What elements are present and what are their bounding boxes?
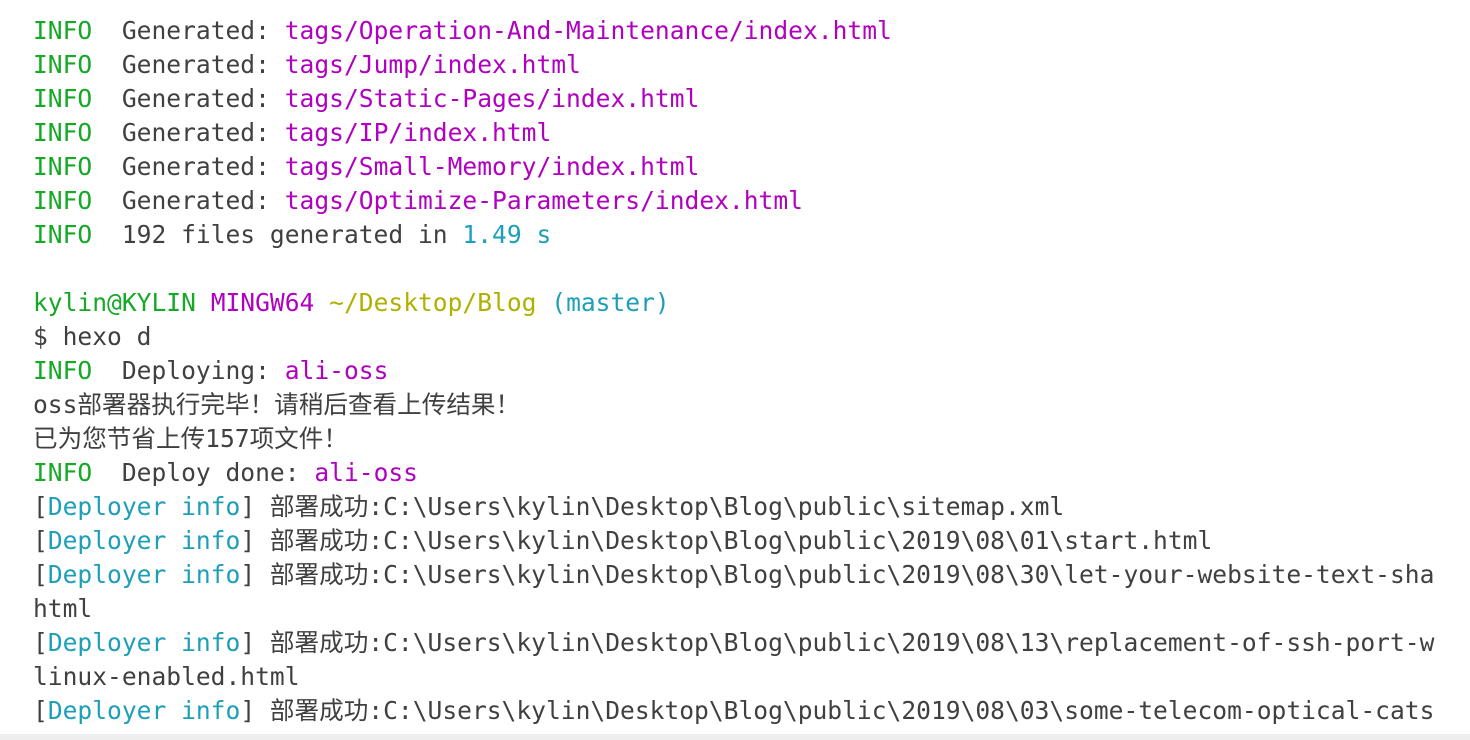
terminal-output[interactable]: INFO Generated: tags/Operation-And-Maint…: [33, 14, 1470, 728]
terminal-text-segment: Deployer info: [47, 560, 241, 589]
terminal-line: INFO 192 files generated in 1.49 s: [33, 218, 1470, 252]
terminal-line: html: [33, 592, 1470, 626]
terminal-text-segment: INFO: [33, 118, 93, 147]
terminal-text-segment: Generated:: [92, 50, 285, 79]
terminal-text-segment: 已为您节省上传157项文件！: [33, 424, 348, 453]
terminal-text-segment: tags/Jump/index.html: [284, 50, 581, 79]
terminal-text-segment: Deployer info: [47, 628, 241, 657]
terminal-text-segment: Generated:: [92, 186, 285, 215]
terminal-text-segment: [: [33, 628, 48, 657]
terminal-line: linux-enabled.html: [33, 660, 1470, 694]
terminal-line: kylin@KYLIN MINGW64 ~/Desktop/Blog (mast…: [33, 286, 1470, 320]
terminal-text-segment: (master): [551, 288, 670, 317]
terminal-text-segment: Generated:: [92, 84, 285, 113]
terminal-text-segment: linux-enabled.html: [33, 662, 300, 691]
terminal-text-segment: INFO: [33, 186, 93, 215]
terminal-line: INFO Deploy done: ali-oss: [33, 456, 1470, 490]
terminal-text-segment: tags/Static-Pages/index.html: [284, 84, 700, 113]
terminal-text-segment: [: [33, 492, 48, 521]
terminal-text-segment: INFO: [33, 50, 93, 79]
terminal-text-segment: Deploying:: [92, 356, 285, 385]
terminal-text-segment: Deploy done:: [92, 458, 315, 487]
terminal-text-segment: Generated:: [92, 16, 285, 45]
terminal-text-segment: [: [33, 696, 48, 725]
terminal-text-segment: INFO: [33, 458, 93, 487]
terminal-text-segment: tags/Optimize-Parameters/index.html: [284, 186, 803, 215]
terminal-text-segment: [: [33, 526, 48, 555]
terminal-text-segment: 192 files generated in: [92, 220, 463, 249]
terminal-text-segment: ali-oss: [314, 458, 418, 487]
terminal-text-segment: tags/IP/index.html: [284, 118, 552, 147]
terminal-text-segment: 1.49 s: [462, 220, 552, 249]
terminal-line: INFO Generated: tags/Jump/index.html: [33, 48, 1470, 82]
terminal-line: [Deployer info] 部署成功:C:\Users\kylin\Desk…: [33, 694, 1470, 728]
terminal-text-segment: INFO: [33, 220, 93, 249]
terminal-text-segment: ali-oss: [284, 356, 389, 385]
terminal-text-segment: [: [33, 560, 48, 589]
terminal-text-segment: ] 部署成功:C:\Users\kylin\Desktop\Blog\publi…: [240, 492, 1065, 521]
terminal-text-segment: kylin@KYLIN: [33, 288, 196, 317]
terminal-line: INFO Generated: tags/Small-Memory/index.…: [33, 150, 1470, 184]
terminal-text-segment: html: [33, 594, 93, 623]
terminal-text-segment: tags/Small-Memory/index.html: [284, 152, 700, 181]
terminal-line: INFO Generated: tags/IP/index.html: [33, 116, 1470, 150]
terminal-line: INFO Generated: tags/Optimize-Parameters…: [33, 184, 1470, 218]
terminal-text-segment: ] 部署成功:C:\Users\kylin\Desktop\Blog\publi…: [240, 696, 1435, 725]
terminal-text-segment: INFO: [33, 16, 93, 45]
terminal-line: INFO Generated: tags/Operation-And-Maint…: [33, 14, 1470, 48]
terminal-text-segment: ~/Desktop/Blog: [329, 288, 537, 317]
terminal-line: [Deployer info] 部署成功:C:\Users\kylin\Desk…: [33, 524, 1470, 558]
terminal-text-segment: Deployer info: [47, 492, 241, 521]
terminal-text-segment: INFO: [33, 84, 93, 113]
terminal-line: oss部署器执行完毕！请稍后查看上传结果！: [33, 388, 1470, 422]
terminal-line: INFO Deploying: ali-oss: [33, 354, 1470, 388]
terminal-line: $ hexo d: [33, 320, 1470, 354]
terminal-line: INFO Generated: tags/Static-Pages/index.…: [33, 82, 1470, 116]
terminal-line: [Deployer info] 部署成功:C:\Users\kylin\Desk…: [33, 558, 1470, 592]
horizontal-scrollbar[interactable]: [0, 734, 1470, 740]
terminal-text-segment: Deployer info: [47, 696, 241, 725]
terminal-text-segment: ] 部署成功:C:\Users\kylin\Desktop\Blog\publi…: [240, 628, 1435, 657]
terminal-text-segment: ] 部署成功:C:\Users\kylin\Desktop\Blog\publi…: [240, 560, 1435, 589]
terminal-text-segment: $ hexo d: [33, 322, 152, 351]
terminal-text-segment: MINGW64: [210, 288, 315, 317]
terminal-line: [Deployer info] 部署成功:C:\Users\kylin\Desk…: [33, 626, 1470, 660]
terminal-text-segment: ] 部署成功:C:\Users\kylin\Desktop\Blog\publi…: [240, 526, 1213, 555]
terminal-text-segment: tags/Operation-And-Maintenance/index.htm…: [284, 16, 892, 45]
terminal-text-segment: INFO: [33, 152, 93, 181]
terminal-text-segment: Deployer info: [47, 526, 241, 555]
terminal-text-segment: Generated:: [92, 118, 285, 147]
terminal-text-segment: INFO: [33, 356, 93, 385]
terminal-line: 已为您节省上传157项文件！: [33, 422, 1470, 456]
terminal-text-segment: oss部署器执行完毕！请稍后查看上传结果！: [33, 390, 521, 419]
terminal-text-segment: Generated:: [92, 152, 285, 181]
terminal-line: [Deployer info] 部署成功:C:\Users\kylin\Desk…: [33, 490, 1470, 524]
